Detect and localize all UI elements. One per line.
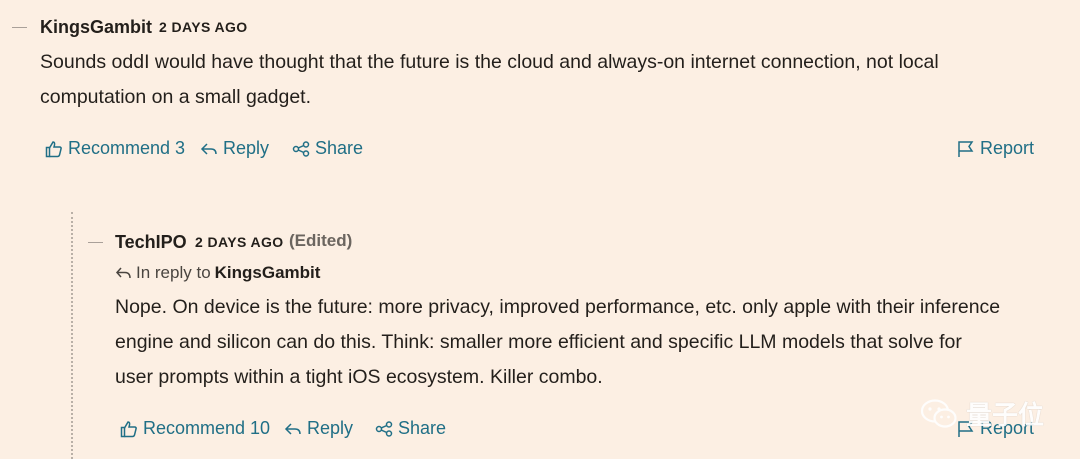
reply-arrow-icon [115,267,131,279]
wechat-logo-icon [920,398,957,428]
recommend-button[interactable]: Recommend 3 [45,138,185,159]
comment-body: Sounds oddI would have thought that the … [40,45,939,115]
reply-label: Reply [223,138,270,158]
comment-dash [12,27,27,28]
share-button[interactable]: Share [292,138,363,159]
reply-button[interactable]: Reply [284,418,353,439]
comment-author[interactable]: TechIPO [115,232,187,253]
flag-icon [958,140,974,157]
watermark: 量子位 [920,395,1044,432]
watermark-text: 量子位 [966,400,1045,430]
reply-arrow-icon [284,422,301,435]
in-reply-author[interactable]: KingsGambit [215,263,321,283]
comment-timestamp: 2 DAYS AGO [195,234,284,250]
comment-body-line: engine and silicon can do this. Think: s… [115,331,962,353]
recommend-label: Recommend 10 [143,418,271,438]
share-icon [292,140,310,157]
in-reply-prefix: In reply to [136,263,211,282]
edited-label: (Edited) [289,231,353,250]
comment-body: Nope. On device is the future: more priv… [115,290,1000,395]
share-label: Share [398,418,447,438]
reply-button[interactable]: Reply [200,138,269,159]
thread-line [71,212,73,459]
comment-body-line: user prompts within a tight iOS ecosyste… [115,366,603,388]
reply-label: Reply [307,418,354,438]
comment-body-line: computation on a small gadget. [40,86,312,108]
report-button[interactable]: Report [957,138,1034,159]
share-button[interactable]: Share [375,418,446,439]
comment-author[interactable]: KingsGambit [40,17,152,38]
comment-timestamp: 2 DAYS AGO [159,19,248,35]
report-label: Report [980,138,1035,158]
comment-dash [88,242,103,243]
in-reply-to[interactable]: In reply to KingsGambit [115,263,320,283]
thumbs-up-icon [45,140,62,157]
share-icon [375,420,393,437]
share-label: Share [315,138,364,158]
recommend-button[interactable]: Recommend 10 [120,418,270,439]
recommend-label: Recommend 3 [68,138,186,158]
comment-body-line: Nope. On device is the future: more priv… [115,296,1001,318]
reply-arrow-icon [200,142,217,155]
comment-body-line: Sounds oddI would have thought that the … [40,51,939,73]
thumbs-up-icon [120,420,137,437]
